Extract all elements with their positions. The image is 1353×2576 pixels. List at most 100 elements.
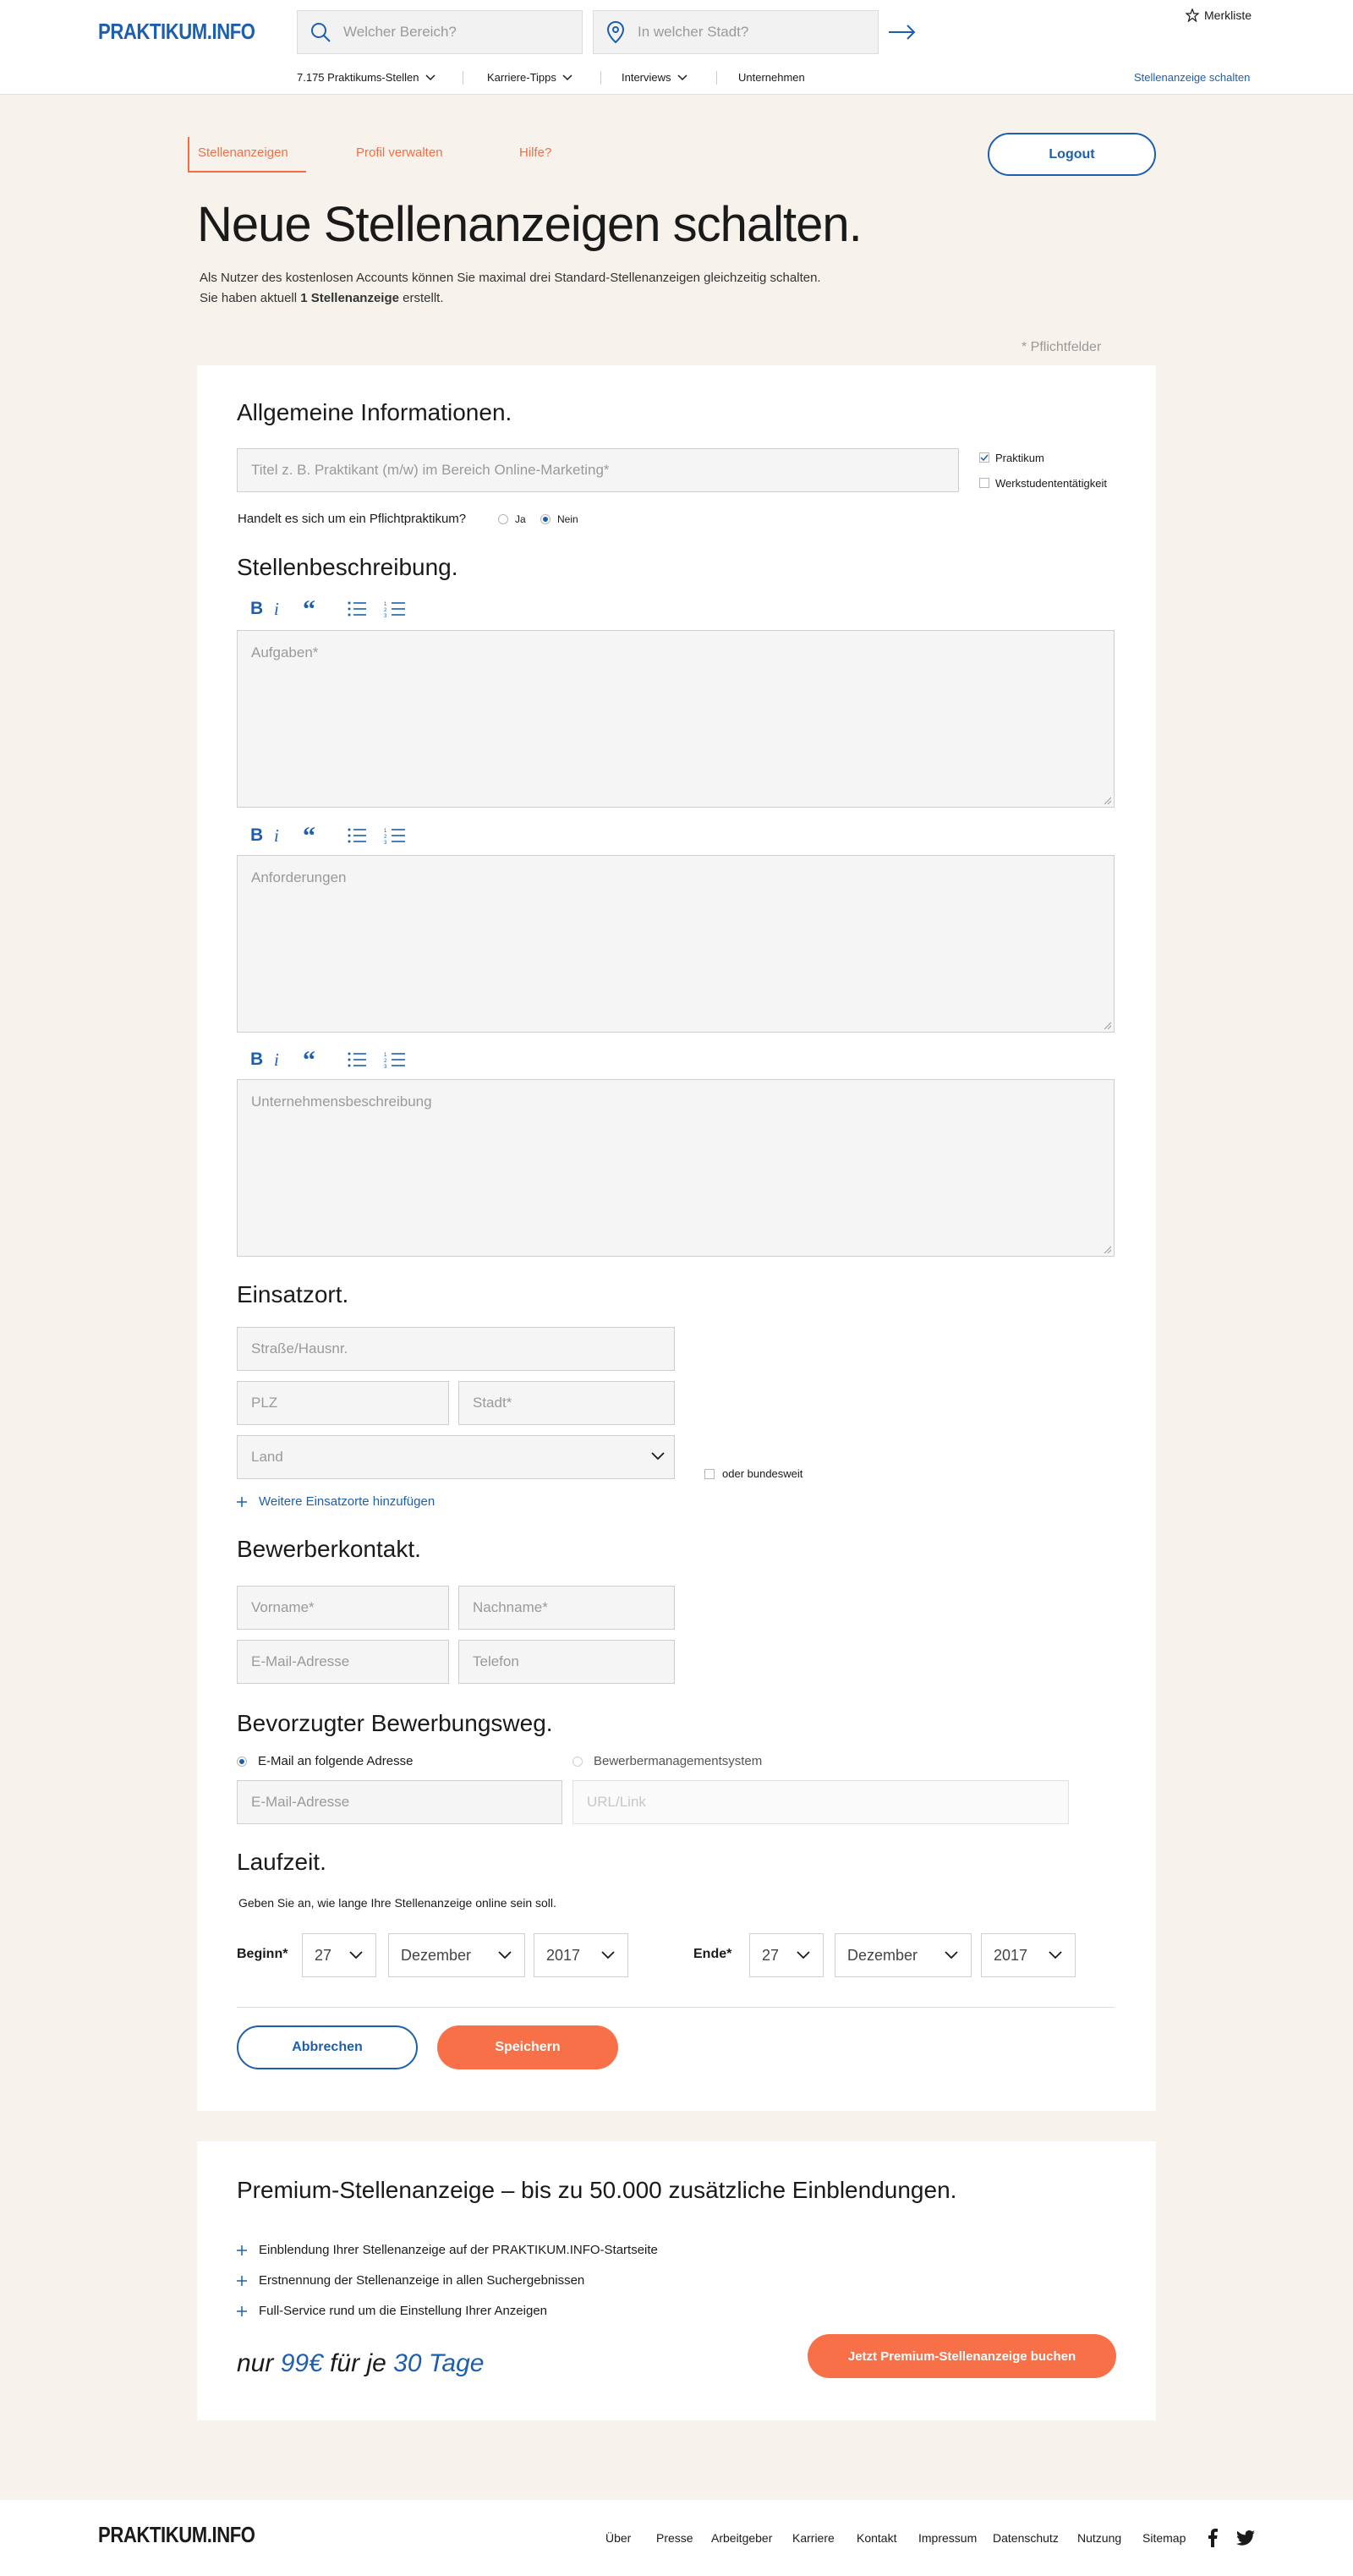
required-note: * Pflichtfelder: [1022, 340, 1102, 354]
site-header: PRAKTIKUM.INFO Welcher Bereich? In welch…: [0, 0, 1353, 95]
numbered-list-icon[interactable]: 123: [384, 600, 406, 617]
page-title: Neue Stellenanzeigen schalten.: [197, 197, 863, 252]
quote-button[interactable]: “: [303, 595, 315, 624]
requirements-textarea[interactable]: Anforderungen: [237, 855, 1115, 1033]
cancel-button[interactable]: Abbrechen: [237, 2025, 418, 2069]
section-contact-heading: Bewerberkontakt.: [237, 1536, 421, 1562]
save-button[interactable]: Speichern: [437, 2025, 618, 2069]
add-location-link[interactable]: Weitere Einsatzorte hinzufügen: [237, 1494, 435, 1509]
svg-text:3: 3: [384, 614, 387, 617]
company-description-textarea[interactable]: Unternehmensbeschreibung: [237, 1079, 1115, 1257]
plus-icon: [237, 2305, 247, 2316]
tab-manage-profile[interactable]: Profil verwalten: [356, 145, 443, 160]
svg-text:2: 2: [384, 1059, 387, 1064]
city-input[interactable]: Stadt*: [458, 1381, 675, 1425]
italic-button[interactable]: i: [274, 1050, 279, 1071]
section-application-heading: Bevorzugter Bewerbungsweg.: [237, 1710, 553, 1736]
mandatory-yes-radio[interactable]: [498, 514, 508, 524]
bullet-list-icon[interactable]: [347, 1051, 367, 1068]
nationwide-label: oder bundesweit: [722, 1467, 803, 1480]
search-city-input[interactable]: In welcher Stadt?: [593, 10, 879, 54]
numbered-list-icon[interactable]: 123: [384, 1051, 406, 1068]
nationwide-checkbox[interactable]: [704, 1469, 715, 1479]
premium-benefit: Full-Service rund um die Einstellung Ihr…: [237, 2304, 547, 2318]
quote-button[interactable]: “: [303, 822, 315, 851]
search-area-input[interactable]: Welcher Bereich?: [297, 10, 583, 54]
merkliste-link[interactable]: Merkliste: [1186, 8, 1252, 22]
mandatory-no-label: Nein: [557, 513, 578, 525]
nav-interviews[interactable]: Interviews: [622, 71, 688, 84]
bullet-list-icon[interactable]: [347, 827, 367, 844]
resize-handle-icon[interactable]: [1103, 1021, 1111, 1029]
resize-handle-icon[interactable]: [1103, 796, 1111, 804]
premium-price: nur 99€ für je 30 Tage: [237, 2349, 485, 2377]
chevron-down-icon: [797, 1951, 810, 1959]
application-email-radio[interactable]: [237, 1757, 247, 1767]
chevron-down-icon: [945, 1951, 958, 1959]
end-month-select[interactable]: Dezember: [835, 1933, 972, 1977]
start-day-select[interactable]: 27: [302, 1933, 376, 1977]
nav-divider: [716, 71, 717, 85]
site-logo[interactable]: PRAKTIKUM.INFO: [98, 19, 255, 45]
start-year-select[interactable]: 2017: [534, 1933, 628, 1977]
tab-job-ads[interactable]: Stellenanzeigen: [198, 145, 288, 160]
facebook-icon[interactable]: [1208, 2529, 1218, 2547]
praktikum-checkbox[interactable]: [979, 452, 989, 463]
nav-internships[interactable]: 7.175 Praktikums-Stellen: [297, 71, 436, 84]
footer-link-imprint[interactable]: Impressum: [918, 2531, 977, 2545]
tab-help[interactable]: Hilfe?: [519, 145, 551, 160]
footer-link-terms[interactable]: Nutzung: [1077, 2531, 1121, 2545]
tasks-textarea[interactable]: Aufgaben*: [237, 630, 1115, 808]
last-name-input[interactable]: Nachname*: [458, 1586, 675, 1630]
bullet-list-icon[interactable]: [347, 600, 367, 617]
italic-button[interactable]: i: [274, 599, 279, 620]
country-select[interactable]: Land: [237, 1435, 675, 1479]
nav-companies[interactable]: Unternehmen: [738, 71, 805, 84]
application-email-input[interactable]: E-Mail-Adresse: [237, 1780, 562, 1824]
section-description-heading: Stellenbeschreibung.: [237, 554, 458, 580]
job-title-input[interactable]: Titel z. B. Praktikant (m/w) im Bereich …: [237, 448, 959, 492]
footer-logo[interactable]: PRAKTIKUM.INFO: [98, 2522, 255, 2548]
numbered-list-icon[interactable]: 123: [384, 827, 406, 844]
svg-text:1: 1: [384, 829, 387, 834]
first-name-input[interactable]: Vorname*: [237, 1586, 449, 1630]
form-divider: [237, 2007, 1115, 2008]
editor-toolbar-requirements: B i “ 123: [250, 822, 411, 850]
phone-input[interactable]: Telefon: [458, 1640, 675, 1684]
werkstudent-checkbox[interactable]: [979, 478, 989, 488]
bold-button[interactable]: B: [250, 1050, 263, 1070]
footer-link-sitemap[interactable]: Sitemap: [1142, 2531, 1186, 2545]
start-month-select[interactable]: Dezember: [388, 1933, 525, 1977]
mandatory-no-radio[interactable]: [540, 514, 551, 524]
nav-career-tips[interactable]: Karriere-Tipps: [487, 71, 573, 84]
contact-email-input[interactable]: E-Mail-Adresse: [237, 1640, 449, 1684]
italic-button[interactable]: i: [274, 825, 279, 847]
chevron-down-icon: [349, 1951, 363, 1959]
search-icon: [311, 23, 331, 42]
book-premium-button[interactable]: Jetzt Premium-Stellenanzeige buchen: [808, 2334, 1116, 2378]
application-url-input[interactable]: URL/Link: [572, 1780, 1069, 1824]
quote-button[interactable]: “: [303, 1046, 315, 1075]
footer-link-privacy[interactable]: Datenschutz: [993, 2531, 1059, 2545]
footer-link-about[interactable]: Über: [605, 2531, 631, 2545]
street-input[interactable]: Straße/Hausnr.: [237, 1327, 675, 1371]
resize-handle-icon[interactable]: [1103, 1245, 1111, 1253]
end-day-select[interactable]: 27: [749, 1933, 824, 1977]
footer-link-press[interactable]: Presse: [656, 2531, 693, 2545]
search-submit-arrow-icon[interactable]: [888, 24, 917, 41]
end-year-select[interactable]: 2017: [981, 1933, 1076, 1977]
premium-benefit: Erstnennung der Stellenanzeige in allen …: [237, 2273, 584, 2288]
post-job-link[interactable]: Stellenanzeige schalten: [1134, 71, 1250, 84]
zip-input[interactable]: PLZ: [237, 1381, 449, 1425]
bold-button[interactable]: B: [250, 599, 263, 619]
logout-button[interactable]: Logout: [988, 133, 1156, 176]
application-email-label: E-Mail an folgende Adresse: [258, 1754, 414, 1768]
footer-link-career[interactable]: Karriere: [792, 2531, 835, 2545]
footer-link-employers[interactable]: Arbeitgeber: [711, 2531, 772, 2545]
premium-heading: Premium-Stellenanzeige – bis zu 50.000 z…: [237, 2177, 957, 2203]
application-ats-radio[interactable]: [572, 1757, 583, 1767]
twitter-icon[interactable]: [1236, 2530, 1255, 2546]
footer-link-contact[interactable]: Kontakt: [857, 2531, 896, 2545]
bold-button[interactable]: B: [250, 825, 263, 846]
chevron-down-icon: [677, 74, 687, 80]
